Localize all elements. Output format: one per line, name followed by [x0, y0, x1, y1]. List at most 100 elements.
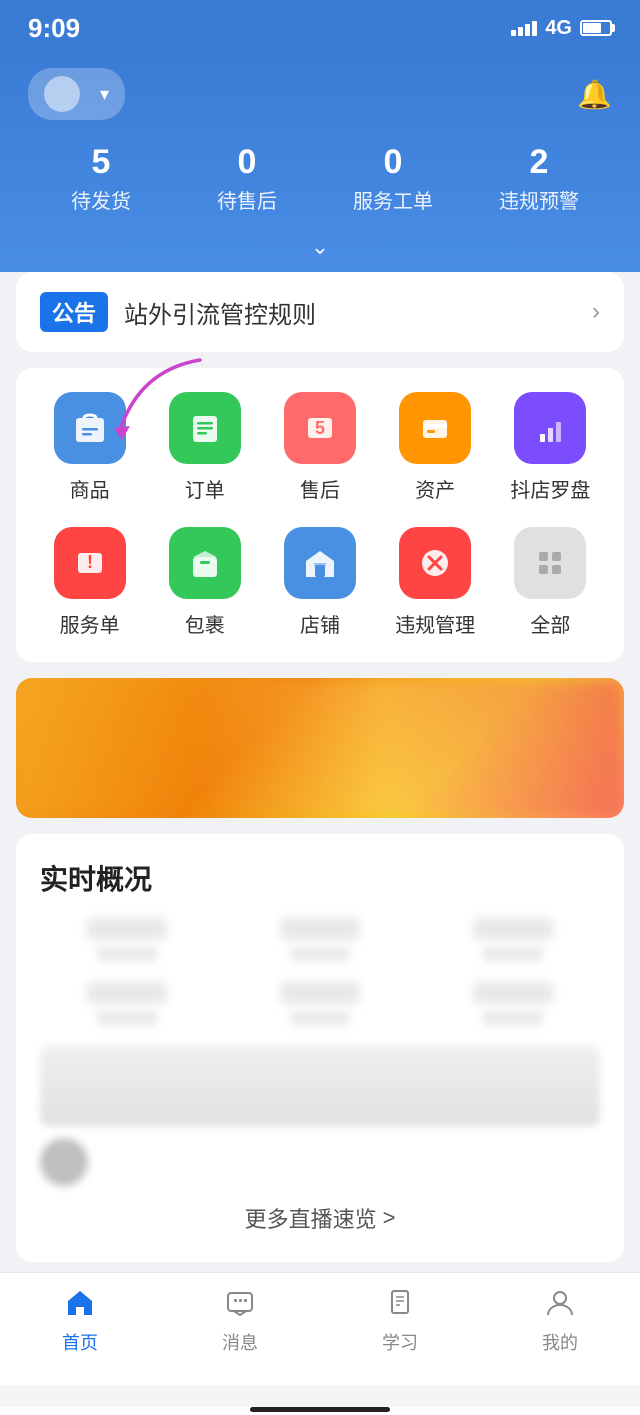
mine-nav-icon	[544, 1287, 576, 1324]
svg-text:!: !	[87, 552, 93, 572]
header: ▾ 🔔 5 待发货 0 待售后 0 服务工单 2 违规预警 ⌄	[0, 52, 640, 292]
realtime-chart	[40, 1046, 600, 1126]
nav-message-label: 消息	[222, 1329, 258, 1355]
menu-item-package[interactable]: 包裹	[147, 527, 262, 638]
network-label: 4G	[545, 17, 572, 40]
announcement-tag: 公告	[40, 292, 108, 332]
menu-item-doustore[interactable]: 抖店罗盘	[493, 392, 608, 503]
stat-pending-aftersale[interactable]: 0 待售后	[174, 144, 320, 214]
realtime-avatar	[40, 1138, 88, 1186]
doustore-icon	[514, 392, 586, 464]
realtime-title: 实时概况	[40, 858, 600, 898]
svg-text:5: 5	[315, 418, 325, 438]
announcement-card[interactable]: 公告 站外引流管控规则 ›	[16, 272, 624, 352]
status-time: 9:09	[28, 13, 80, 44]
main-content: 公告 站外引流管控规则 › 商品	[0, 272, 640, 1294]
realtime-label-1	[97, 946, 157, 962]
menu-label-assets: 资产	[415, 474, 455, 503]
stat-pending-ship[interactable]: 5 待发货	[28, 144, 174, 214]
stat-service-order[interactable]: 0 服务工单	[320, 144, 466, 214]
realtime-value-1	[87, 918, 167, 940]
menu-item-assets[interactable]: 资产	[378, 392, 493, 503]
realtime-bottom-row	[40, 1138, 600, 1186]
stat-number-violation-warning: 2	[466, 144, 612, 181]
realtime-label-4	[97, 1010, 157, 1026]
more-live-text: 更多直播速览	[245, 1202, 377, 1234]
banner-overlay	[16, 678, 624, 818]
realtime-value-6	[473, 982, 553, 1004]
realtime-stats-row2	[40, 982, 600, 1026]
expand-chevron-icon[interactable]: ⌄	[28, 234, 612, 264]
chevron-down-icon: ▾	[100, 84, 109, 105]
menu-label-violation: 违规管理	[395, 609, 475, 638]
message-nav-icon	[224, 1287, 256, 1324]
menu-item-all[interactable]: 全部	[493, 527, 608, 638]
menu-label-product: 商品	[70, 474, 110, 503]
store-avatar	[44, 76, 80, 112]
stat-violation-warning[interactable]: 2 违规预警	[466, 144, 612, 214]
package-icon	[169, 527, 241, 599]
header-top: ▾ 🔔	[28, 68, 612, 120]
battery-icon	[580, 20, 612, 36]
shop-icon	[284, 527, 356, 599]
status-icons: 4G	[511, 17, 612, 40]
bottom-nav: 首页 消息 学习	[0, 1272, 640, 1385]
realtime-item-2	[233, 918, 406, 962]
nav-home[interactable]: 首页	[30, 1287, 130, 1355]
menu-label-doustore: 抖店罗盘	[510, 474, 590, 503]
stat-label-service-order: 服务工单	[320, 185, 466, 214]
menu-item-product[interactable]: 商品	[32, 392, 147, 503]
store-selector[interactable]: ▾	[28, 68, 125, 120]
stat-label-violation-warning: 违规预警	[466, 185, 612, 214]
status-bar: 9:09 4G	[0, 0, 640, 52]
all-icon	[514, 527, 586, 599]
menu-label-order: 订单	[185, 474, 225, 503]
home-nav-icon	[64, 1287, 96, 1324]
banner[interactable]	[16, 678, 624, 818]
order-icon	[169, 392, 241, 464]
realtime-label-5	[290, 1010, 350, 1026]
menu-label-service: 服务单	[60, 609, 120, 638]
nav-home-label: 首页	[62, 1329, 98, 1355]
realtime-value-5	[280, 982, 360, 1004]
nav-learning-label: 学习	[382, 1329, 418, 1355]
service-icon: !	[54, 527, 126, 599]
realtime-value-3	[473, 918, 553, 940]
assets-icon	[399, 392, 471, 464]
stat-number-pending-ship: 5	[28, 144, 174, 181]
stats-row: 5 待发货 0 待售后 0 服务工单 2 违规预警	[28, 144, 612, 214]
more-live-link[interactable]: 更多直播速览 >	[40, 1186, 600, 1238]
realtime-label-6	[483, 1010, 543, 1026]
learning-nav-icon	[384, 1287, 416, 1324]
stat-label-pending-aftersale: 待售后	[174, 185, 320, 214]
realtime-stats-row1	[40, 918, 600, 962]
bell-icon[interactable]: 🔔	[577, 78, 612, 111]
nav-message[interactable]: 消息	[190, 1287, 290, 1355]
realtime-value-2	[280, 918, 360, 940]
menu-item-aftersale[interactable]: 5 售后	[262, 392, 377, 503]
realtime-item-4	[40, 982, 213, 1026]
menu-item-order[interactable]: 订单	[147, 392, 262, 503]
nav-mine[interactable]: 我的	[510, 1287, 610, 1355]
violation-icon	[399, 527, 471, 599]
menu-item-violation[interactable]: 违规管理	[378, 527, 493, 638]
product-icon	[54, 392, 126, 464]
menu-grid: 商品 订单 5	[32, 392, 608, 638]
realtime-value-4	[87, 982, 167, 1004]
signal-icon	[511, 21, 537, 36]
nav-learning[interactable]: 学习	[350, 1287, 450, 1355]
home-indicator	[0, 1407, 640, 1415]
menu-card: 商品 订单 5	[16, 368, 624, 662]
realtime-label-2	[290, 946, 350, 962]
realtime-item-5	[233, 982, 406, 1026]
stat-number-service-order: 0	[320, 144, 466, 181]
realtime-item-3	[427, 918, 600, 962]
announcement-text: 站外引流管控规则	[124, 295, 592, 330]
menu-item-shop[interactable]: 店铺	[262, 527, 377, 638]
stat-label-pending-ship: 待发货	[28, 185, 174, 214]
more-live-arrow-icon: >	[383, 1205, 396, 1231]
stat-number-pending-aftersale: 0	[174, 144, 320, 181]
menu-item-service[interactable]: ! 服务单	[32, 527, 147, 638]
menu-label-aftersale: 售后	[300, 474, 340, 503]
menu-label-shop: 店铺	[300, 609, 340, 638]
